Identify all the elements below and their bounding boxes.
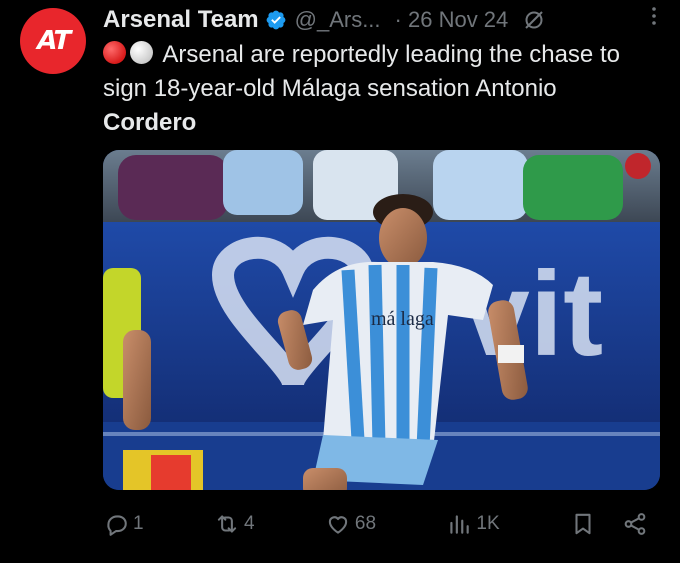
white-circle-emoji bbox=[130, 41, 153, 64]
date-value: 26 Nov 24 bbox=[407, 7, 509, 32]
views-chart-icon bbox=[450, 515, 470, 534]
tweet-date[interactable]: · 26 Nov 24 bbox=[395, 7, 509, 33]
jersey-sponsor: má laga bbox=[371, 308, 434, 330]
reply-button[interactable]: 1 bbox=[103, 511, 144, 537]
right-actions bbox=[570, 511, 648, 537]
views-button[interactable]: 1K bbox=[446, 511, 500, 537]
reply-icon bbox=[107, 515, 127, 536]
tweet-text: Arsenal are reportedly leading the chase… bbox=[103, 38, 668, 140]
tweet-text-bold: Cordero bbox=[103, 109, 197, 136]
heart-icon bbox=[328, 516, 348, 534]
more-options-icon[interactable] bbox=[642, 4, 666, 28]
share-icon[interactable] bbox=[622, 511, 648, 537]
tweet-actions-bar: 1 4 68 1K bbox=[103, 506, 648, 542]
repost-count: 4 bbox=[243, 513, 255, 534]
author-name[interactable]: Arsenal Team bbox=[103, 6, 259, 34]
author-handle[interactable]: @_Ars... bbox=[295, 7, 381, 33]
avatar-logo: AT bbox=[33, 26, 73, 56]
tweet-media-image[interactable]: vit má laga bbox=[103, 150, 660, 490]
reply-count: 1 bbox=[133, 513, 144, 534]
bookmark-icon[interactable] bbox=[570, 511, 596, 537]
like-count: 68 bbox=[354, 513, 377, 534]
red-circle-emoji bbox=[103, 41, 126, 64]
date-separator: · bbox=[394, 7, 402, 32]
like-button[interactable]: 68 bbox=[325, 511, 376, 537]
views-count: 1K bbox=[476, 513, 500, 534]
tweet-header: Arsenal Team @_Ars... · 26 Nov 24 bbox=[103, 4, 663, 36]
author-avatar[interactable]: AT bbox=[20, 8, 86, 74]
verified-badge-icon bbox=[266, 10, 286, 30]
grok-icon[interactable] bbox=[522, 8, 546, 32]
repost-button[interactable]: 4 bbox=[214, 511, 255, 537]
football-player-photo: vit má laga bbox=[103, 150, 660, 490]
tweet-text-main: Arsenal are reportedly leading the chase… bbox=[103, 41, 620, 102]
repost-icon bbox=[217, 515, 237, 533]
